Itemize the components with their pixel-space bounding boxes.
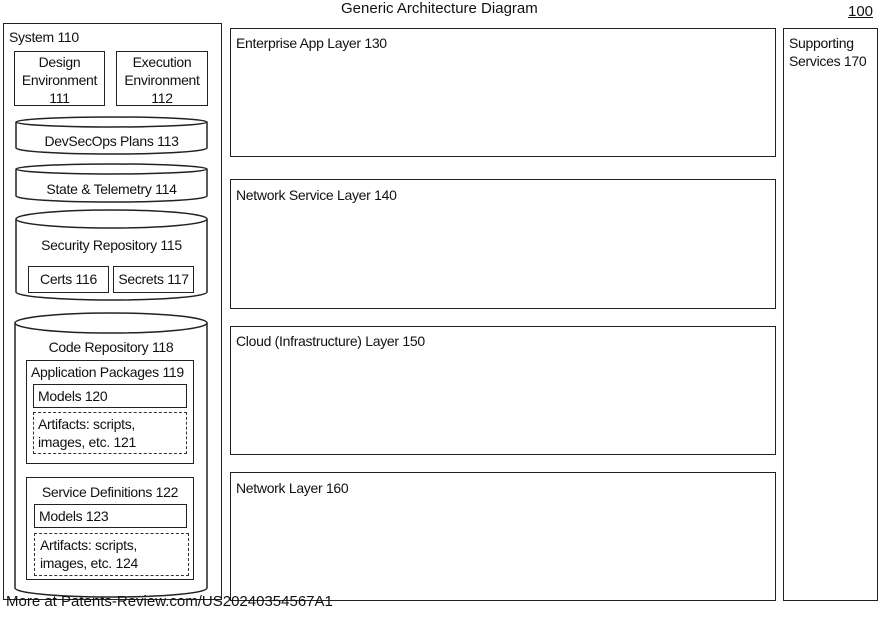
certs-box: Certs 116 [28,266,109,293]
enterprise-app-layer: Enterprise App Layer 130 [230,28,776,157]
devsecops-cylinder-top [15,116,208,128]
artifacts-124-box: Artifacts: scripts, images, etc. 124 [34,533,189,576]
models-123-box: Models 123 [34,504,187,528]
cloud-infrastructure-layer: Cloud (Infrastructure) Layer 150 [230,326,776,455]
state-telemetry-label: State & Telemetry 114 [46,181,177,197]
models-120-label: Models 120 [38,388,108,404]
artifacts-121-box: Artifacts: scripts, images, etc. 121 [33,412,187,454]
security-repository-label: Security Repository 115 [41,237,182,253]
models-120-box: Models 120 [33,384,187,408]
artifacts-121-line2: images, etc. 121 [38,434,136,450]
service-definitions-label: Service Definitions 122 [41,484,179,500]
artifacts-124-line1: Artifacts: scripts, [40,537,137,553]
supporting-services-box: Supporting Services 170 [783,28,878,601]
models-123-label: Models 123 [39,508,109,524]
supporting-services-line1: Supporting [789,35,854,51]
enterprise-app-layer-label: Enterprise App Layer 130 [236,35,387,51]
network-service-layer: Network Service Layer 140 [230,179,776,309]
code-cylinder-top [14,312,208,334]
artifacts-124-line2: images, etc. 124 [40,555,138,571]
devsecops-label: DevSecOps Plans 113 [44,133,179,149]
certs-label: Certs 116 [40,271,97,287]
secrets-box: Secrets 117 [113,266,194,293]
source-footer: More at Patents-Review.com/US20240354567… [6,593,333,610]
network-layer: Network Layer 160 [230,472,776,601]
artifacts-121-line1: Artifacts: scripts, [38,416,135,432]
security-cylinder-top [15,209,208,229]
application-packages-label: Application Packages 119 [31,364,184,380]
network-service-layer-label: Network Service Layer 140 [236,187,397,203]
supporting-services-line2: Services 170 [789,53,867,69]
cloud-layer-label: Cloud (Infrastructure) Layer 150 [236,333,425,349]
network-layer-label: Network Layer 160 [236,480,349,496]
secrets-label: Secrets 117 [118,271,189,287]
code-repository-label: Code Repository 118 [48,339,174,355]
state-cylinder-top [15,163,208,175]
